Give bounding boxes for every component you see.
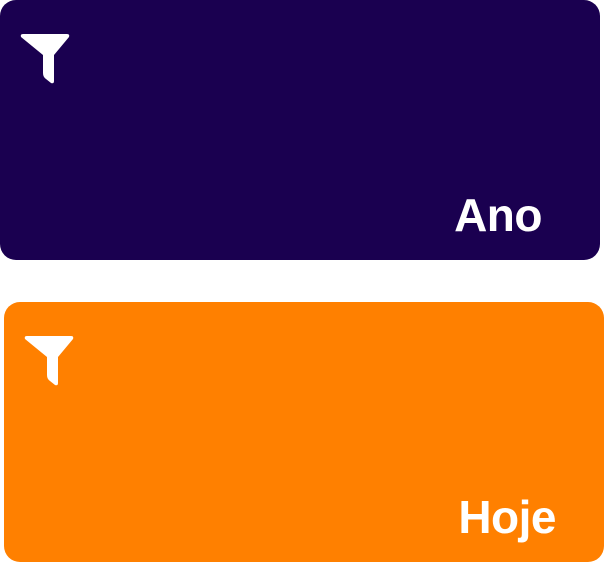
card-label-hoje: Hoje [458, 491, 556, 543]
card-hoje[interactable]: Hoje [4, 302, 604, 562]
card-ano[interactable]: Ano [0, 0, 600, 260]
filter-icon[interactable] [24, 335, 74, 387]
card-label-ano: Ano [454, 189, 542, 241]
filter-icon[interactable] [20, 33, 70, 85]
